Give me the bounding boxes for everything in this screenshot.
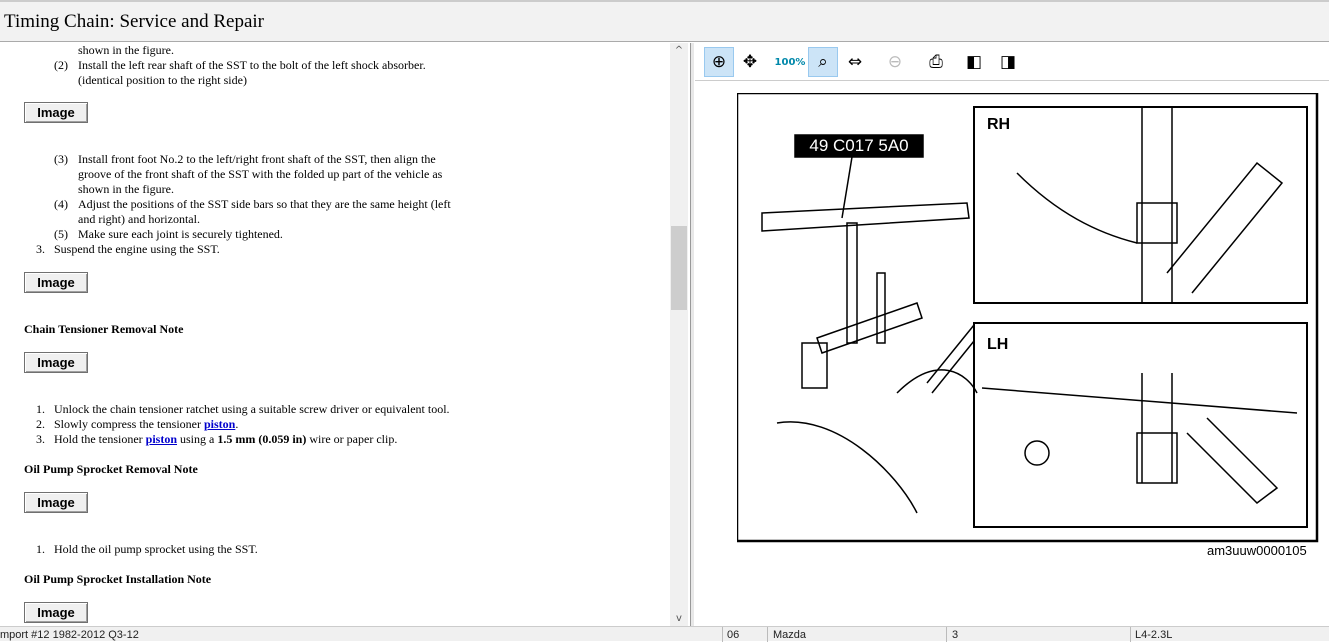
text: groove of the front shaft of the SST wit… [78,167,443,181]
status-engine: L4-2.3L [1135,629,1173,641]
text: shown in the figure. [78,43,174,57]
section-heading: Oil Pump Sprocket Installation Note [24,572,212,586]
tool-label: 49 C017 5A0 [809,136,908,155]
image-button[interactable]: Image [24,352,88,373]
scrollbar-thumb[interactable] [671,226,687,310]
text: Adjust the positions of the SST side bar… [78,197,451,211]
zoom-fit-icon[interactable]: ⌕ [808,47,838,77]
previous-image-icon[interactable]: ◧ [959,47,989,77]
vertical-scrollbar[interactable]: ^ v [670,43,688,626]
text: and right) and horizontal. [78,212,200,226]
step-number: (5) [54,227,68,241]
text: Make sure each joint is securely tighten… [78,227,283,241]
text: Install the left rear shaft of the SST t… [78,58,426,72]
image-button[interactable]: Image [24,102,88,123]
section-heading: Chain Tensioner Removal Note [24,322,184,336]
pane-splitter[interactable] [690,43,694,626]
lh-label: LH [987,336,1008,353]
print-icon[interactable]: ⎙ [921,47,951,77]
status-source: mport #12 1982-2012 Q3-12 [0,629,139,641]
image-viewer: ⊕ ✥ 100% ⌕ ⇔ ⊖ ⎙ ◧ ◨ 49 C017 5A0 RH LH a… [695,43,1329,626]
image-button[interactable]: Image [24,272,88,293]
text: . [235,417,239,431]
text: Install front foot No.2 to the left/righ… [78,152,436,166]
text: Unlock the chain tensioner ratchet using… [54,402,450,416]
text: Hold the tensioner [54,432,146,446]
spec-value: 1.5 mm (0.059 in) [217,432,307,446]
title-bar: Timing Chain: Service and Repair [0,0,1329,42]
text: (identical position to the right side) [78,73,247,87]
text: using a [177,432,218,446]
text: Suspend the engine using the SST. [54,242,220,256]
window-title: Timing Chain: Service and Repair [4,11,264,32]
step-number: 3. [36,432,45,446]
figure-caption: am3uuw0000105 [1207,543,1307,558]
status-model: 3 [952,629,959,641]
rh-label: RH [987,116,1010,133]
pan-icon[interactable]: ✥ [735,47,765,77]
text: wire or paper clip. [306,432,398,446]
text: Slowly compress the tensioner [54,417,204,431]
scroll-up-icon[interactable]: ^ [670,45,688,56]
step-number: 1. [36,402,45,416]
piston-link[interactable]: piston [204,417,235,431]
image-button[interactable]: Image [24,602,88,623]
status-bar: mport #12 1982-2012 Q3-12 06 Mazda 3 L4-… [0,626,1329,642]
viewer-toolbar: ⊕ ✥ 100% ⌕ ⇔ ⊖ ⎙ ◧ ◨ [695,43,1329,81]
text: shown in the figure. [78,182,174,196]
step-number: 2. [36,417,45,431]
step-number: (4) [54,197,68,211]
step-number: (3) [54,152,68,166]
step-number: (2) [54,58,68,72]
status-year: 06 [727,629,740,641]
piston-link[interactable]: piston [146,432,177,446]
article-pane: shown in the figure. (2) Install the lef… [0,43,688,626]
scroll-down-icon[interactable]: v [670,613,688,624]
section-heading: Oil Pump Sprocket Removal Note [24,462,198,476]
next-image-icon[interactable]: ◨ [993,47,1023,77]
timing-chain-figure: 49 C017 5A0 RH LH [737,93,1319,543]
text: Hold the oil pump sprocket using the SST… [54,542,258,556]
image-button[interactable]: Image [24,492,88,513]
zoom-width-icon[interactable]: ⇔ [840,47,870,77]
zoom-100-icon[interactable]: 100% [775,47,806,77]
text: Slowly compress the tensioner piston. [54,417,238,432]
zoom-in-icon[interactable]: ⊕ [704,47,734,77]
text: Hold the tensioner piston using a 1.5 mm… [54,432,397,447]
zoom-out-icon: ⊖ [887,52,903,72]
status-make: Mazda [773,629,807,641]
step-number: 3. [36,242,45,256]
step-number: 1. [36,542,45,556]
